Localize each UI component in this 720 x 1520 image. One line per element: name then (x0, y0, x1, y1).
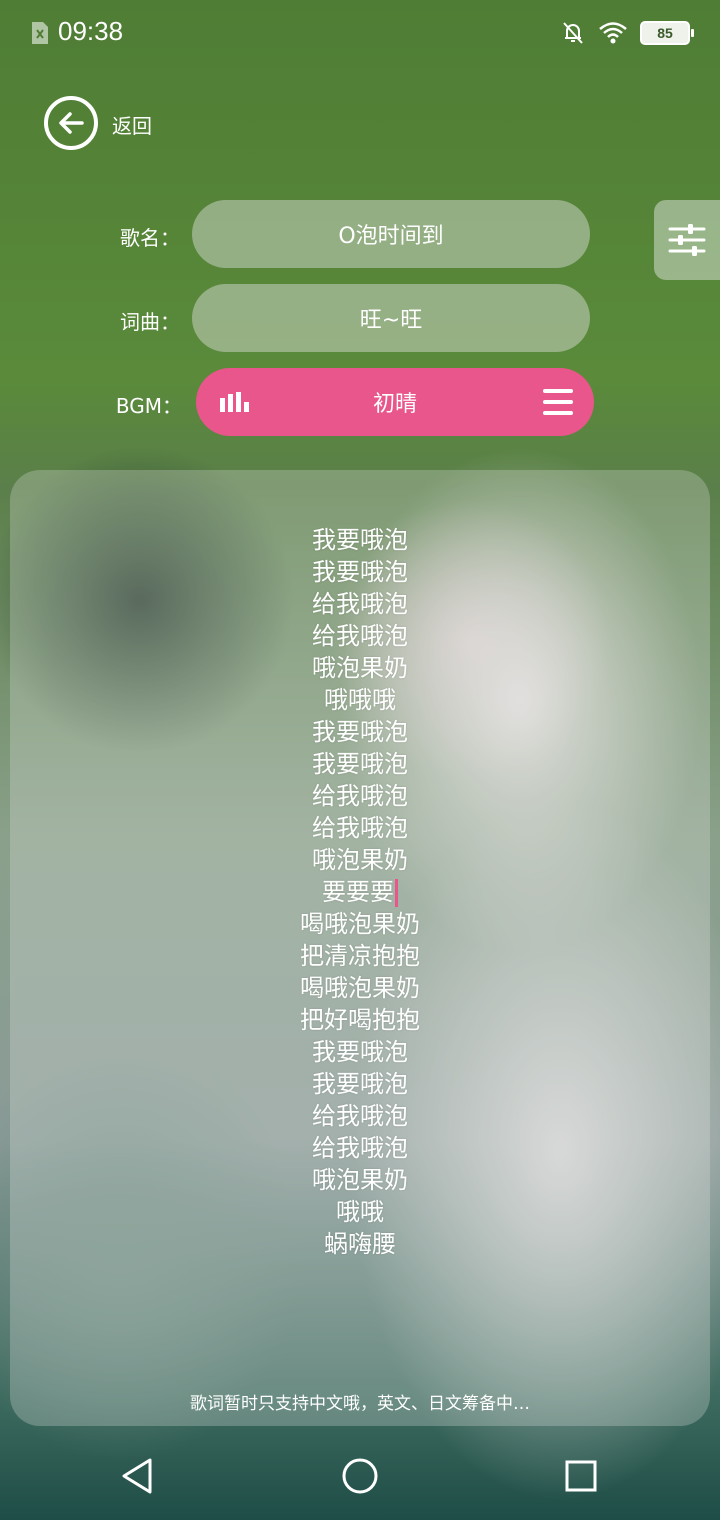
text-cursor (395, 879, 398, 907)
lyric-text: 给我哦泡 (312, 1134, 408, 1162)
lyric-line[interactable]: 把清凉抱抱 (10, 940, 710, 972)
lyric-line[interactable]: 哦泡果奶 (10, 652, 710, 684)
lyric-line[interactable]: 要要要 (10, 876, 710, 908)
lyric-text: 给我哦泡 (312, 1102, 408, 1130)
lyric-line[interactable]: 给我哦泡 (10, 620, 710, 652)
mute-bell-icon (563, 22, 583, 44)
nav-home-icon[interactable] (340, 1456, 380, 1496)
lyric-line[interactable]: 给我哦泡 (10, 1100, 710, 1132)
lyric-text: 我要哦泡 (312, 1038, 408, 1066)
lyricist-value: 旺~旺 (359, 308, 423, 333)
lyric-text: 喝哦泡果奶 (300, 974, 420, 1002)
nav-back-icon[interactable] (118, 1456, 158, 1496)
lyricist-field[interactable]: 旺~旺 (192, 284, 590, 352)
equalizer-icon (220, 392, 249, 412)
lyric-text: 蜗嗨腰 (324, 1230, 396, 1258)
lyric-text: 喝哦泡果奶 (300, 910, 420, 938)
wifi-icon (599, 22, 627, 44)
language-notice: 歌词暂时只支持中文哦，英文、日文筹备中… (190, 1394, 530, 1414)
nav-recents-icon[interactable] (561, 1456, 601, 1496)
lyric-line[interactable]: 我要哦泡 (10, 748, 710, 780)
lyric-text: 把清凉抱抱 (300, 942, 420, 970)
sliders-icon (668, 224, 706, 256)
lyric-text: 把好喝抱抱 (300, 1006, 420, 1034)
lyric-line[interactable]: 蜗嗨腰 (10, 1228, 710, 1260)
lyric-text: 哦泡果奶 (312, 1166, 408, 1194)
lyric-line[interactable]: 给我哦泡 (10, 780, 710, 812)
lyric-line[interactable]: 哦泡果奶 (10, 844, 710, 876)
bgm-selector[interactable]: 初晴 (196, 368, 594, 436)
lyricist-label: 词曲： (120, 310, 180, 334)
lyric-line[interactable]: 我要哦泡 (10, 1036, 710, 1068)
lyric-line[interactable]: 我要哦泡 (10, 556, 710, 588)
lyric-text: 我要哦泡 (312, 1070, 408, 1098)
back-button[interactable] (44, 96, 98, 150)
lyric-text: 哦泡果奶 (312, 654, 408, 682)
battery-icon: 85 (640, 21, 694, 45)
song-name-value: O泡时间到 (338, 224, 444, 249)
status-icons: 85 (560, 18, 694, 48)
settings-tab[interactable] (654, 200, 720, 280)
back-label[interactable]: 返回 (112, 110, 152, 139)
lyric-text: 哦泡果奶 (312, 846, 408, 874)
lyric-line[interactable]: 哦哦哦 (10, 684, 710, 716)
lyric-text: 给我哦泡 (312, 590, 408, 618)
lyric-text: 给我哦泡 (312, 622, 408, 650)
bgm-label: BGM： (115, 394, 182, 418)
lyric-line[interactable]: 我要哦泡 (10, 524, 710, 556)
song-name-label: 歌名： (120, 226, 180, 250)
lyric-line[interactable]: 我要哦泡 (10, 716, 710, 748)
lyric-text: 哦哦 (336, 1198, 384, 1226)
lyric-line[interactable]: 哦泡果奶 (10, 1164, 710, 1196)
lyric-text: 给我哦泡 (312, 814, 408, 842)
lyric-text: 我要哦泡 (312, 718, 408, 746)
lyric-line[interactable]: 哦哦 (10, 1196, 710, 1228)
lyric-line[interactable]: 给我哦泡 (10, 588, 710, 620)
lyric-text: 我要哦泡 (312, 750, 408, 778)
sim-icon (32, 22, 48, 44)
back-arrow-icon (59, 112, 84, 134)
lyric-text: 给我哦泡 (312, 782, 408, 810)
menu-icon[interactable] (542, 386, 574, 418)
lyric-text: 要要要 (322, 878, 394, 906)
lyric-line[interactable]: 我要哦泡 (10, 1068, 710, 1100)
status-time: 09:38 (58, 16, 124, 46)
lyric-line[interactable]: 把好喝抱抱 (10, 1004, 710, 1036)
lyric-text: 我要哦泡 (312, 526, 408, 554)
lyric-text: 哦哦哦 (324, 686, 396, 714)
lyric-text: 我要哦泡 (312, 558, 408, 586)
lyric-line[interactable]: 给我哦泡 (10, 1132, 710, 1164)
lyric-line[interactable]: 喝哦泡果奶 (10, 908, 710, 940)
song-name-field[interactable]: O泡时间到 (192, 200, 590, 268)
navigation-bar (0, 1430, 720, 1520)
lyrics-editor[interactable]: 我要哦泡 我要哦泡 给我哦泡 给我哦泡 哦泡果奶 哦哦哦 我要哦泡 我要哦泡 给我哦泡 给我哦泡哦… (10, 470, 710, 1426)
bgm-value: 初晴 (372, 392, 417, 417)
lyric-line[interactable]: 给我哦泡 (10, 812, 710, 844)
lyrics-list[interactable]: 我要哦泡 我要哦泡 给我哦泡 给我哦泡 哦泡果奶 哦哦哦 我要哦泡 我要哦泡 给我哦泡 给我哦泡哦… (10, 524, 710, 1260)
status-bar: 09:38 85 (0, 0, 720, 66)
lyric-line[interactable]: 喝哦泡果奶 (10, 972, 710, 1004)
